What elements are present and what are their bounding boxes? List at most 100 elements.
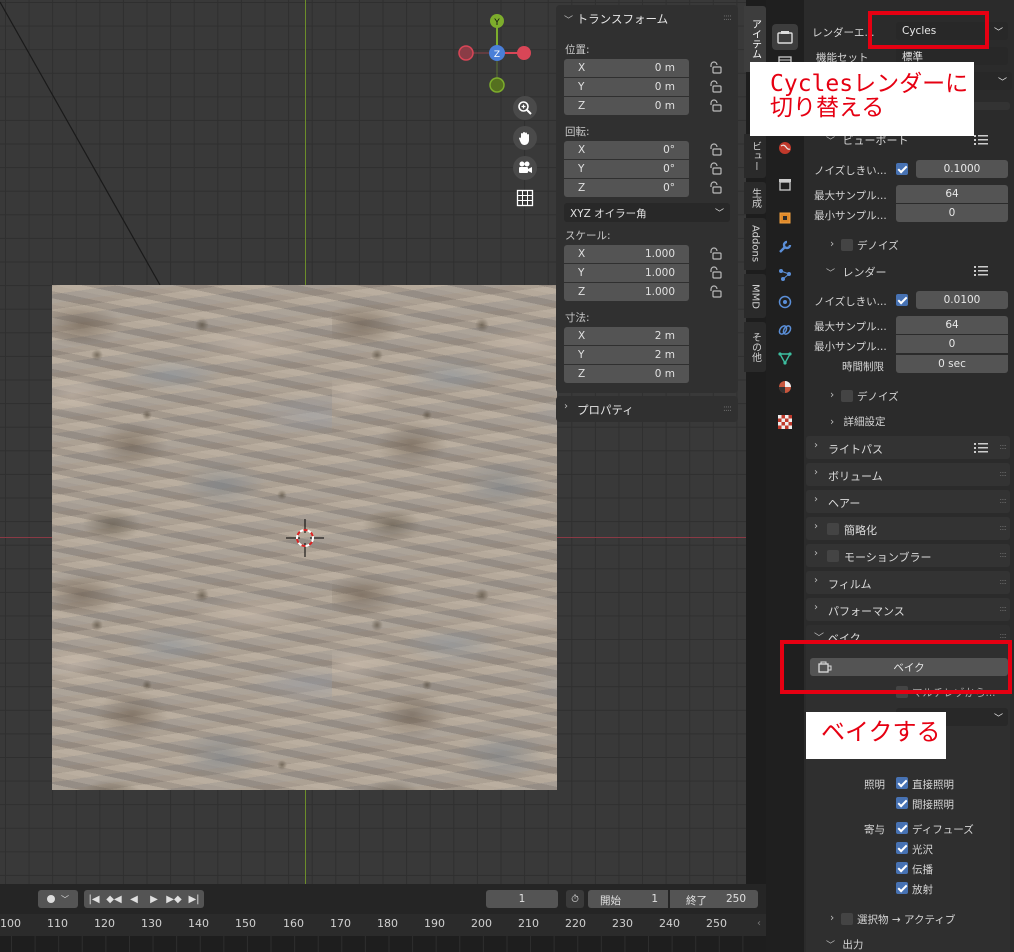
drag-grip-icon[interactable]: :::: (723, 404, 732, 414)
prev-keyframe-button[interactable]: ◆◀ (104, 890, 124, 908)
advanced-header[interactable]: › 詳細設定 (830, 414, 886, 429)
play-reverse-button[interactable]: ◀ (124, 890, 144, 908)
modifier-wrench-icon[interactable] (775, 237, 795, 257)
properties-subpanel-header[interactable]: › プロパティ :::: (556, 396, 738, 422)
stopwatch-icon[interactable]: ⏱ (566, 890, 584, 908)
world-properties-icon[interactable] (775, 138, 795, 158)
dimensions-y-field[interactable]: Y2 m (564, 346, 689, 364)
location-y-field[interactable]: Y0 m (564, 78, 689, 96)
lock-icon[interactable] (708, 181, 722, 195)
rotation-x-field[interactable]: X 0° (564, 141, 689, 159)
ortho-grid-icon[interactable] (513, 186, 537, 210)
scale-z-field[interactable]: Z 1.000 (564, 283, 689, 301)
indirect-lighting-checkbox[interactable] (896, 797, 908, 809)
list-icon[interactable] (974, 265, 988, 277)
render-max-samples-field[interactable]: 64 (896, 316, 1008, 334)
lock-icon[interactable] (708, 80, 722, 94)
timeline-track-area[interactable] (0, 936, 766, 952)
start-frame-field[interactable]: 開始 1 (588, 890, 668, 908)
viewport-denoise-header[interactable]: › (830, 238, 834, 250)
lock-icon[interactable] (708, 143, 722, 157)
render-noise-threshold-field[interactable]: 0.0100 (916, 291, 1008, 309)
tab-view[interactable]: ビュー (744, 134, 766, 178)
glossy-checkbox[interactable] (896, 842, 908, 854)
chevron-left-icon[interactable]: ‹ (757, 918, 761, 929)
drag-grip-icon[interactable]: :::: (999, 523, 1007, 532)
viewport-noise-threshold-field[interactable]: 0.1000 (916, 160, 1008, 178)
drag-grip-icon[interactable]: :::: (999, 469, 1007, 478)
tab-create[interactable]: 生成 (744, 182, 766, 214)
drag-grip-icon[interactable]: :::: (999, 577, 1007, 586)
tab-mmd[interactable]: MMD (744, 274, 766, 318)
scale-y-field[interactable]: Y 1.000 (564, 264, 689, 282)
next-keyframe-button[interactable]: ▶◆ (164, 890, 184, 908)
jump-to-end-button[interactable]: ▶| (184, 890, 204, 908)
volumes-panel[interactable]: › ボリューム :::: (806, 463, 1010, 486)
play-button[interactable]: ▶ (144, 890, 164, 908)
direct-lighting-checkbox[interactable] (896, 777, 908, 789)
data-mesh-icon[interactable] (775, 348, 795, 368)
drag-grip-icon[interactable]: :::: (999, 631, 1007, 640)
list-icon[interactable] (974, 442, 988, 454)
simplify-panel[interactable]: › 簡略化 :::: (806, 517, 1010, 540)
selected-to-active-checkbox[interactable] (841, 913, 853, 925)
dimensions-x-field[interactable]: X2 m (564, 327, 689, 345)
viewport-max-samples-field[interactable]: 64 (896, 185, 1008, 203)
lock-icon[interactable] (708, 162, 722, 176)
transmission-checkbox[interactable] (896, 862, 908, 874)
emit-checkbox[interactable] (896, 882, 908, 894)
lock-icon[interactable] (708, 285, 722, 299)
performance-panel[interactable]: › パフォーマンス :::: (806, 598, 1010, 621)
dimensions-z-field[interactable]: Z0 m (564, 365, 689, 383)
viewport-denoise-checkbox[interactable] (841, 239, 853, 251)
material-icon[interactable] (775, 377, 795, 397)
lock-icon[interactable] (708, 61, 722, 75)
drag-grip-icon[interactable]: :::: (999, 550, 1007, 559)
output-subpanel-header[interactable]: ﹀ 出力 (826, 937, 863, 952)
current-frame-field[interactable]: 1 (486, 890, 558, 908)
drag-grip-icon[interactable]: :::: (723, 13, 732, 23)
constraints-icon[interactable] (775, 320, 795, 340)
lock-icon[interactable] (708, 247, 722, 261)
viewport-min-samples-field[interactable]: 0 (896, 204, 1008, 222)
list-icon[interactable] (974, 134, 988, 146)
diffuse-checkbox[interactable] (896, 822, 908, 834)
navigation-gizmo[interactable]: Y Z (455, 10, 545, 100)
motion-blur-checkbox[interactable] (827, 550, 839, 562)
drag-grip-icon[interactable]: :::: (999, 604, 1007, 613)
zoom-icon[interactable] (513, 96, 537, 120)
pan-hand-icon[interactable] (513, 126, 537, 150)
jump-to-start-button[interactable]: |◀ (84, 890, 104, 908)
time-limit-field[interactable]: 0 sec (896, 355, 1008, 373)
drag-grip-icon[interactable]: :::: (999, 496, 1007, 505)
render-min-samples-field[interactable]: 0 (896, 335, 1008, 353)
tab-addons[interactable]: Addons (744, 218, 766, 270)
drag-grip-icon[interactable]: :::: (999, 442, 1007, 451)
camera-view-icon[interactable] (513, 156, 537, 180)
render-subpanel-header[interactable]: ﹀ レンダー (826, 264, 887, 280)
render-denoise-checkbox[interactable] (841, 390, 853, 402)
viewport-noise-threshold-checkbox[interactable] (896, 163, 908, 175)
tab-other[interactable]: その他 (744, 322, 766, 372)
render-noise-threshold-checkbox[interactable] (896, 294, 908, 306)
end-frame-field[interactable]: 終了 250 (670, 890, 758, 908)
rotation-y-field[interactable]: Y 0° (564, 160, 689, 178)
particles-icon[interactable] (775, 265, 795, 285)
texture-checker-icon[interactable] (775, 412, 795, 432)
location-z-field[interactable]: Z0 m (564, 97, 689, 115)
object-properties-icon[interactable] (775, 208, 795, 228)
collection-properties-icon[interactable] (775, 174, 795, 194)
light-paths-panel[interactable]: › ライトパス :::: (806, 436, 1010, 459)
rotation-mode-select[interactable]: XYZ オイラー角 ﹀ (564, 203, 730, 222)
location-x-field[interactable]: X0 m (564, 59, 689, 77)
simplify-checkbox[interactable] (827, 523, 839, 535)
physics-icon[interactable] (775, 292, 795, 312)
selected-to-active-header[interactable]: › (830, 912, 834, 924)
keying-dropdown[interactable]: ﹀ (38, 890, 78, 908)
lock-icon[interactable] (708, 266, 722, 280)
render-properties-icon[interactable] (772, 24, 798, 50)
transform-panel-header[interactable]: ﹀ トランスフォーム (564, 11, 668, 27)
frame-ruler[interactable]: 100 110 120 130 140 150 160 170 180 190 … (0, 914, 766, 936)
hair-panel[interactable]: › ヘアー :::: (806, 490, 1010, 513)
lock-icon[interactable] (708, 99, 722, 113)
